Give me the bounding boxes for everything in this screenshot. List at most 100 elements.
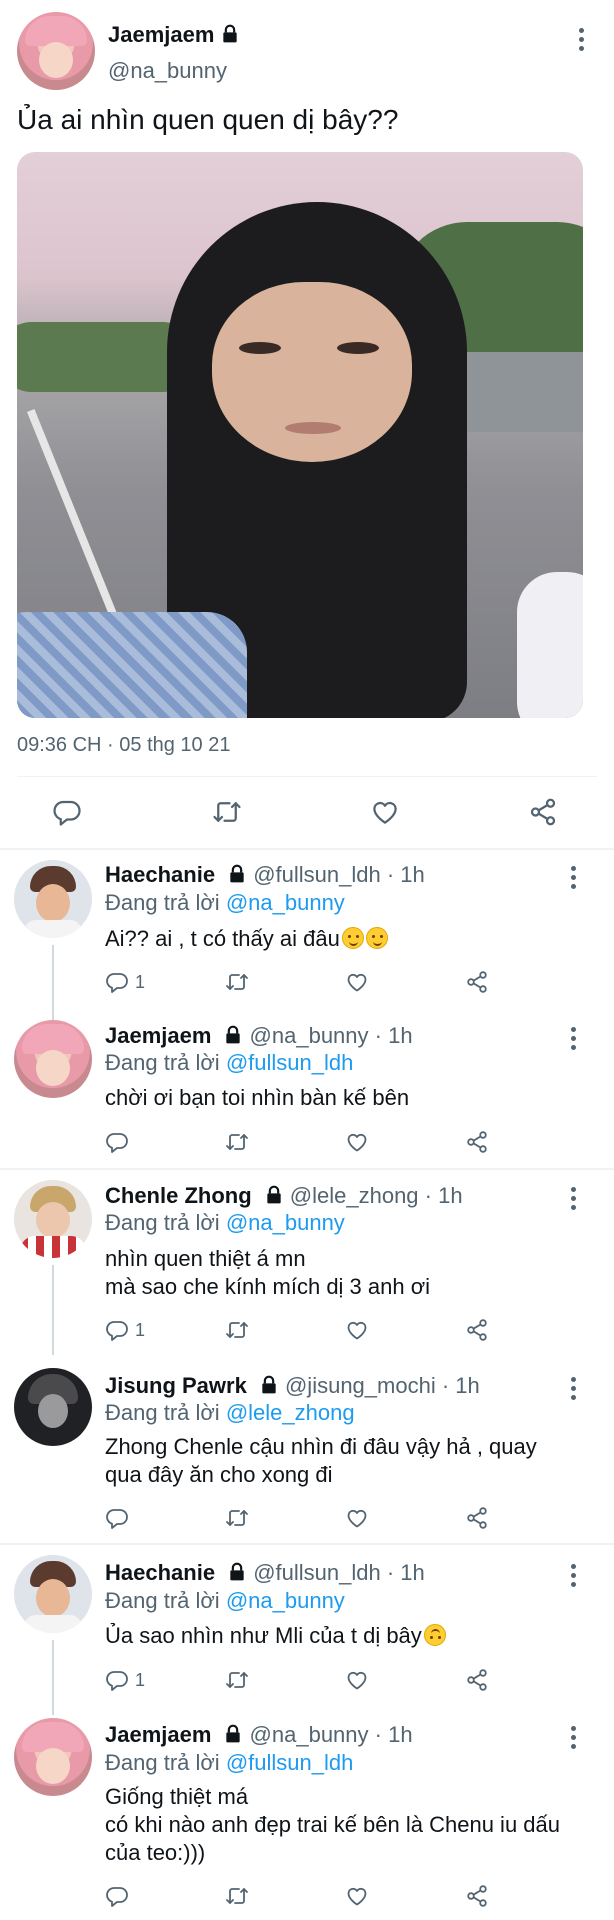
author-name[interactable]: Jaemjaem — [105, 1722, 211, 1747]
author-name[interactable]: Jisung Pawrk — [105, 1373, 247, 1398]
retweet-button[interactable] — [225, 1130, 249, 1154]
reply-text-line: qua đây ăn cho xong đi — [105, 1462, 333, 1487]
reply-button[interactable] — [105, 1884, 129, 1908]
share-icon — [528, 797, 558, 827]
divider — [0, 1168, 614, 1170]
avatar[interactable] — [14, 1180, 92, 1258]
reply-icon — [105, 1506, 129, 1530]
like-button[interactable] — [345, 1130, 369, 1154]
reply-button[interactable]: 1 — [105, 970, 145, 994]
more-icon[interactable] — [568, 1726, 578, 1749]
replying-to-link[interactable]: @fullsun_ldh — [226, 1750, 354, 1775]
share-button[interactable] — [465, 1668, 489, 1692]
like-button[interactable] — [345, 970, 369, 994]
reply-text: Zhong Chenle cậu nhìn đi đâu vậy hả , qu… — [105, 1433, 595, 1489]
author-handle[interactable]: @na_bunny — [250, 1023, 369, 1048]
author-name[interactable]: Jaemjaem — [105, 1023, 211, 1048]
reply-text-content: Ủa sao nhìn như Mli của t dị bây — [105, 1623, 422, 1648]
reply-button[interactable]: 1 — [105, 1668, 145, 1692]
more-icon[interactable] — [568, 1187, 578, 1210]
replying-label: Đang trả lời — [105, 1210, 220, 1235]
retweet-icon — [225, 1318, 249, 1342]
share-button[interactable] — [465, 1318, 489, 1342]
author-handle[interactable]: @na_bunny — [250, 1722, 369, 1747]
like-button[interactable] — [370, 797, 400, 832]
author-handle[interactable]: @fullsun_ldh — [253, 1560, 381, 1585]
more-icon[interactable] — [568, 1027, 578, 1050]
reply-text-content: Ai?? ai , t có thấy ai đâu — [105, 926, 340, 951]
reply-time: · 1h — [386, 862, 425, 887]
more-icon[interactable] — [568, 1377, 578, 1400]
reply-actions: 1 — [105, 1668, 495, 1694]
tweet-photo[interactable] — [17, 152, 583, 718]
like-button[interactable] — [345, 1884, 369, 1908]
avatar[interactable] — [14, 1368, 92, 1446]
retweet-icon — [225, 1506, 249, 1530]
reply-text: Giống thiệt má có khi nào anh đẹp trai k… — [105, 1783, 595, 1867]
like-button[interactable] — [345, 1318, 369, 1342]
share-icon — [465, 970, 489, 994]
reply-icon — [52, 797, 82, 827]
avatar[interactable] — [17, 12, 95, 90]
like-button[interactable] — [345, 1668, 369, 1692]
replying-to-link[interactable]: @lele_zhong — [226, 1400, 355, 1425]
share-button[interactable] — [465, 1130, 489, 1154]
reply-actions — [105, 1130, 495, 1156]
replying-to-link[interactable]: @fullsun_ldh — [226, 1050, 354, 1075]
share-button[interactable] — [528, 797, 558, 832]
share-button[interactable] — [465, 1884, 489, 1908]
retweet-button[interactable] — [225, 1506, 249, 1530]
reply-button[interactable] — [52, 797, 82, 832]
thread-line — [52, 1640, 54, 1715]
reply-button[interactable] — [105, 1506, 129, 1530]
reply-button[interactable]: 1 — [105, 1318, 145, 1342]
author-handle[interactable]: @fullsun_ldh — [253, 862, 381, 887]
like-button[interactable] — [345, 1506, 369, 1530]
share-button[interactable] — [465, 1506, 489, 1530]
avatar-face — [38, 1394, 68, 1428]
retweet-button[interactable] — [212, 797, 242, 832]
more-icon[interactable] — [576, 28, 586, 51]
author-name[interactable]: Chenle Zhong — [105, 1183, 252, 1208]
retweet-button[interactable] — [225, 970, 249, 994]
avatar-shirt — [20, 1236, 86, 1258]
retweet-button[interactable] — [225, 1668, 249, 1692]
author-name[interactable]: Jaemjaem — [108, 22, 214, 47]
replying-label: Đang trả lời — [105, 1050, 220, 1075]
tweet-timestamp[interactable]: 09:36 CH · 05 thg 10 21 — [17, 734, 230, 757]
reply-time: · 1h — [424, 1183, 463, 1208]
reply-icon — [105, 1668, 129, 1692]
reply-icon — [105, 1884, 129, 1908]
author-handle[interactable]: @jisung_mochi — [285, 1373, 436, 1398]
reply-time: · 1h — [386, 1560, 425, 1585]
replying-to-link[interactable]: @na_bunny — [226, 890, 345, 915]
replying-to-link[interactable]: @na_bunny — [226, 1588, 345, 1613]
tweet-text: Ủa ai nhìn quen quen dị bây?? — [17, 104, 399, 135]
author-name[interactable]: Haechanie — [105, 1560, 215, 1585]
photo-face — [212, 282, 412, 462]
retweet-button[interactable] — [225, 1318, 249, 1342]
reply-count: 1 — [135, 1669, 146, 1690]
avatar[interactable] — [14, 1718, 92, 1796]
like-icon — [345, 1668, 369, 1692]
replying-to-link[interactable]: @na_bunny — [226, 1210, 345, 1235]
lock-icon — [227, 1562, 247, 1582]
photo-mouth — [285, 422, 341, 434]
author-handle[interactable]: @na_bunny — [108, 58, 227, 84]
share-button[interactable] — [465, 970, 489, 994]
photo-eye-right — [337, 342, 379, 354]
reply-button[interactable] — [105, 1130, 129, 1154]
avatar[interactable] — [14, 860, 92, 938]
reply-time: · 1h — [374, 1023, 413, 1048]
retweet-button[interactable] — [225, 1884, 249, 1908]
thread-line — [52, 945, 54, 1025]
author-handle[interactable]: @lele_zhong — [290, 1183, 419, 1208]
reply-text-line: mà sao che kính mích dị 3 anh ơi — [105, 1274, 431, 1299]
avatar[interactable] — [14, 1555, 92, 1633]
lock-icon — [223, 1724, 243, 1744]
avatar[interactable] — [14, 1020, 92, 1098]
more-icon[interactable] — [568, 1564, 578, 1587]
avatar-face — [39, 42, 73, 78]
more-icon[interactable] — [568, 866, 578, 889]
author-name[interactable]: Haechanie — [105, 862, 215, 887]
